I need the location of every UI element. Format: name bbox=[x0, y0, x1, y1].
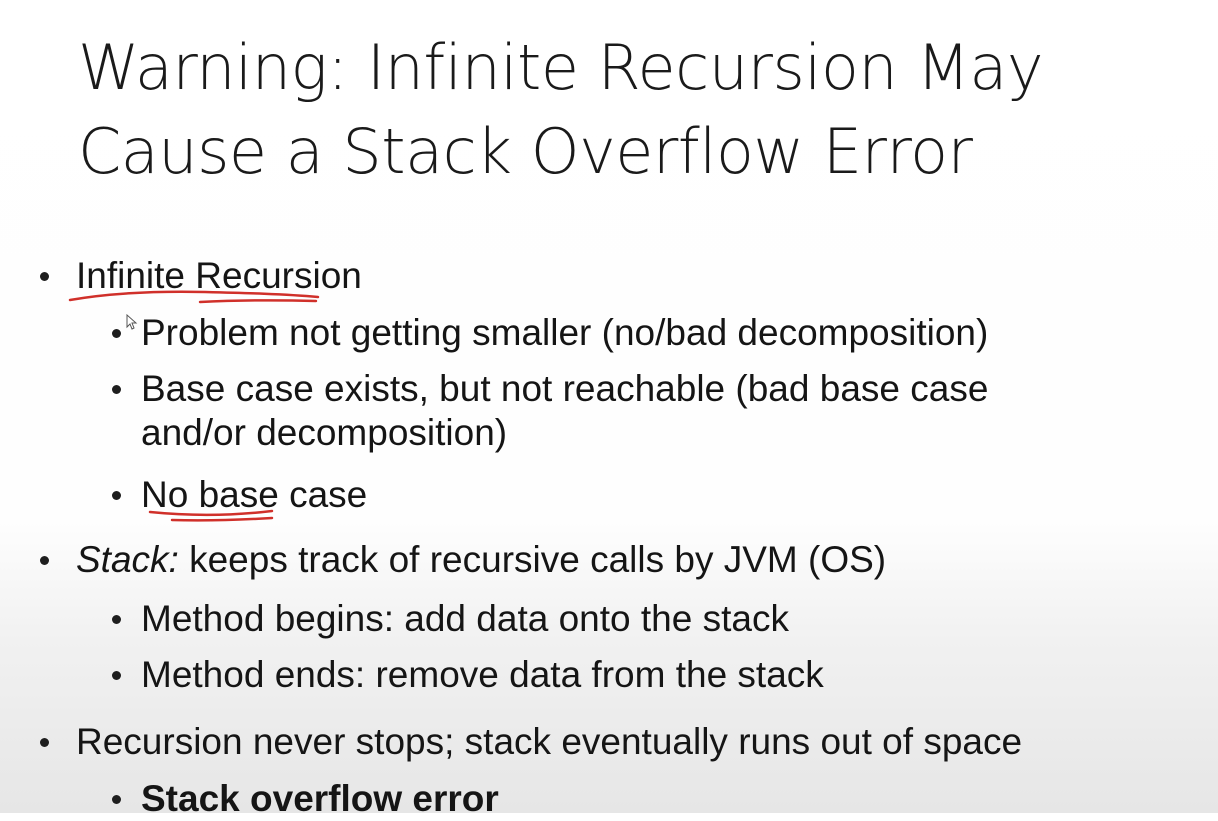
bullet-dot bbox=[112, 385, 121, 394]
bullet-dot bbox=[112, 491, 121, 500]
bullet-method-ends: Method ends: remove data from the stack bbox=[141, 654, 824, 695]
bullet-dot bbox=[40, 272, 49, 281]
bullet-infinite-recursion: Infinite Recursion bbox=[76, 255, 362, 296]
bullet-dot bbox=[40, 556, 49, 565]
bullet-base-case-unreachable-line-2: and/or decomposition) bbox=[141, 412, 508, 453]
slide-title-line-1: Warning: Infinite Recursion May bbox=[78, 31, 1044, 104]
bullet-dot bbox=[40, 738, 49, 747]
bullet-stack-overflow-error: Stack overflow error bbox=[141, 778, 499, 819]
bullet-base-case-unreachable-line-1: Base case exists, but not reachable (bad… bbox=[141, 368, 989, 409]
bullet-base-case-unreachable: Base case exists, but not reachable (bad… bbox=[141, 367, 988, 455]
bullet-recursion-never-stops: Recursion never stops; stack eventually … bbox=[76, 721, 1023, 762]
stack-description: keeps track of recursive calls by JVM (O… bbox=[178, 539, 887, 580]
bullet-dot bbox=[112, 671, 121, 680]
bullet-no-base-case: No base case bbox=[141, 474, 368, 515]
bullet-problem-not-smaller: Problem not getting smaller (no/bad deco… bbox=[141, 312, 989, 353]
ink-underline-infinite-recursion-2 bbox=[198, 299, 318, 304]
stack-term: Stack: bbox=[76, 539, 179, 580]
bullet-dot bbox=[112, 329, 121, 338]
bullet-stack: Stack: keeps track of recursive calls by… bbox=[76, 538, 886, 582]
bullet-dot bbox=[112, 795, 121, 804]
bullet-method-begins: Method begins: add data onto the stack bbox=[141, 598, 789, 639]
mouse-pointer-icon bbox=[126, 314, 138, 330]
ink-underline-no-base-case-2 bbox=[170, 516, 274, 522]
slide-title: Warning: Infinite Recursion May Cause a … bbox=[78, 26, 1198, 194]
bullet-dot bbox=[112, 615, 121, 624]
slide-title-line-2: Cause a Stack Overflow Error bbox=[78, 115, 973, 188]
